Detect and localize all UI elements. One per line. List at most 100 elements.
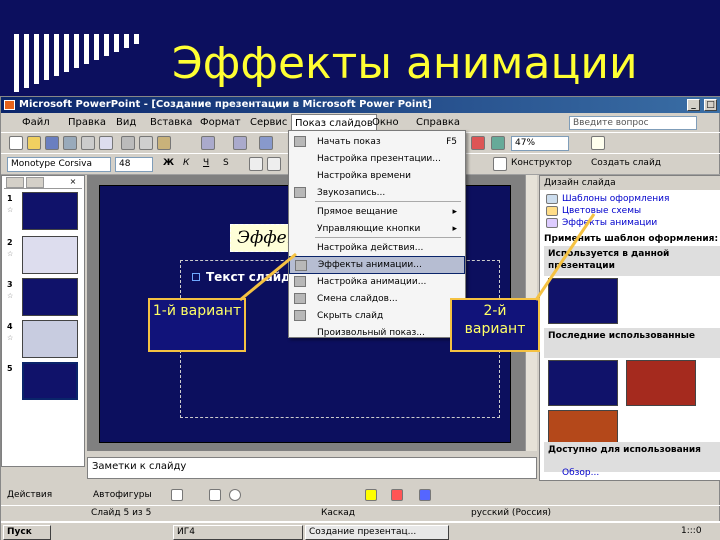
help-icon[interactable]: [591, 136, 605, 150]
notes-pane[interactable]: Заметки к слайду: [87, 457, 537, 479]
line-color-icon[interactable]: [391, 489, 403, 501]
menu-item-label: Прямое вещание: [317, 207, 398, 217]
slide-number: 4: [7, 322, 13, 331]
zoom-select[interactable]: 47%: [511, 136, 569, 151]
windows-taskbar: Пуск ИГ4 Создание презентац... 1:::0: [1, 521, 720, 540]
menu-2[interactable]: Вид: [113, 114, 139, 132]
menu-separator: [315, 201, 461, 202]
menu-item-3[interactable]: Звукозапись...: [289, 184, 465, 202]
print-icon[interactable]: [63, 136, 77, 150]
slideshow-menu: Начать показ F5 Настройка презентации... На…: [288, 130, 466, 338]
menu-4[interactable]: Формат: [197, 114, 244, 132]
maximize-button[interactable]: □: [704, 99, 717, 111]
font-color-draw-icon[interactable]: [419, 489, 431, 501]
menu-1[interactable]: Правка: [65, 114, 109, 132]
animation-star-icon: ☆: [7, 292, 14, 300]
bold-button[interactable]: Ж: [163, 158, 174, 168]
submenu-arrow-icon: ▸: [452, 224, 457, 234]
fill-color-icon[interactable]: [365, 489, 377, 501]
menu-item-6[interactable]: Настройка действия...: [289, 239, 465, 257]
open-icon[interactable]: [27, 136, 41, 150]
taskbar-item-presentation[interactable]: Создание презентац...: [305, 525, 449, 540]
line-icon[interactable]: [171, 489, 183, 501]
animation-star-icon: ☆: [7, 250, 14, 258]
animation-star-icon: ☆: [7, 206, 14, 214]
slide-thumbnail-1[interactable]: [22, 192, 78, 230]
menu-0[interactable]: Файл: [19, 114, 53, 132]
oval-icon[interactable]: [229, 489, 241, 501]
menu-item-icon: [294, 136, 306, 147]
menu-item-10[interactable]: Скрыть слайд: [289, 307, 465, 325]
grid-icon[interactable]: [491, 136, 505, 150]
taskbar-item-ig4[interactable]: ИГ4: [173, 525, 303, 540]
window-titlebar: Microsoft PowerPoint - [Создание презент…: [1, 97, 720, 113]
close-icon[interactable]: ×: [64, 177, 82, 188]
font-color-icon[interactable]: [493, 157, 507, 171]
pane-tabs: ×: [4, 177, 82, 189]
shadow-button[interactable]: S: [223, 158, 229, 168]
design-thumb-used[interactable]: [548, 278, 618, 324]
cut-icon[interactable]: [121, 136, 135, 150]
menu-item-5[interactable]: Управляющие кнопки ▸: [289, 220, 465, 238]
slide-thumbnail-5[interactable]: [22, 362, 78, 400]
slide-thumbnail-3[interactable]: [22, 278, 78, 316]
template-icon: [546, 194, 558, 204]
menu-item-4[interactable]: Прямое вещание ▸: [289, 203, 465, 221]
browse-link[interactable]: Обзор...: [562, 468, 599, 478]
color-schemes-link[interactable]: Цветовые схемы: [562, 206, 641, 216]
menu-item-8[interactable]: Настройка анимации...: [289, 273, 465, 291]
slide-thumbnail-4[interactable]: [22, 320, 78, 358]
menu-3[interactable]: Вставка: [147, 114, 195, 132]
menu-item-9[interactable]: Смена слайдов...: [289, 290, 465, 308]
rectangle-icon[interactable]: [209, 489, 221, 501]
group-used: Используется в данной презентации: [544, 246, 720, 276]
menu-item-label: Смена слайдов...: [317, 294, 398, 304]
menu-item-0[interactable]: Начать показ F5: [289, 133, 465, 151]
paste-icon[interactable]: [157, 136, 171, 150]
decoration-bar: [134, 34, 139, 44]
decoration-bar: [24, 34, 29, 88]
menu-item-7[interactable]: Эффекты анимации...: [289, 256, 465, 274]
decoration-bar: [114, 34, 119, 52]
menu-item-label: Управляющие кнопки: [317, 224, 421, 234]
spelling-icon[interactable]: [99, 136, 113, 150]
undo-icon[interactable]: [201, 136, 215, 150]
tab-outline[interactable]: [6, 177, 24, 188]
menu-item-11[interactable]: Произвольный показ...: [289, 324, 465, 342]
redo-icon[interactable]: [233, 136, 247, 150]
menu-item-1[interactable]: Настройка презентации...: [289, 150, 465, 168]
clock: 1:::0: [681, 526, 702, 536]
slide-thumbnail-2[interactable]: [22, 236, 78, 274]
minimize-button[interactable]: _: [687, 99, 700, 111]
underline-button[interactable]: Ч: [203, 158, 209, 168]
menu-item-icon: [294, 276, 306, 287]
chart-icon[interactable]: [259, 136, 273, 150]
animation-effects-link[interactable]: Эффекты анимации: [562, 218, 657, 228]
copy-icon[interactable]: [139, 136, 153, 150]
palette-icon: [546, 206, 558, 216]
align-center-icon[interactable]: [267, 157, 281, 171]
new-icon[interactable]: [9, 136, 23, 150]
decoration-bar: [104, 34, 109, 56]
start-button[interactable]: Пуск: [3, 525, 51, 540]
decoration-bar: [124, 34, 129, 48]
save-icon[interactable]: [45, 136, 59, 150]
help-search-input[interactable]: Введите вопрос: [569, 116, 697, 130]
constructor-button[interactable]: Конструктор: [511, 158, 572, 168]
menu-item-label: Звукозапись...: [317, 188, 386, 198]
menu-5[interactable]: Сервис: [247, 114, 290, 132]
italic-button[interactable]: К: [183, 158, 189, 168]
templates-link[interactable]: Шаблоны оформления: [562, 194, 669, 204]
color-icon[interactable]: [471, 136, 485, 150]
tab-slides[interactable]: [26, 177, 44, 188]
menu-item-2[interactable]: Настройка времени: [289, 167, 465, 185]
font-size-select[interactable]: 48: [115, 157, 153, 172]
actions-menu[interactable]: Действия: [7, 490, 52, 500]
font-select[interactable]: Monotype Corsiva: [7, 157, 111, 172]
autoshapes-menu[interactable]: Автофигуры: [93, 490, 152, 500]
new-slide-button[interactable]: Создать слайд: [591, 158, 661, 168]
preview-icon[interactable]: [81, 136, 95, 150]
design-thumb-recent-2[interactable]: [626, 360, 696, 406]
align-left-icon[interactable]: [249, 157, 263, 171]
design-thumb-recent-1[interactable]: [548, 360, 618, 406]
